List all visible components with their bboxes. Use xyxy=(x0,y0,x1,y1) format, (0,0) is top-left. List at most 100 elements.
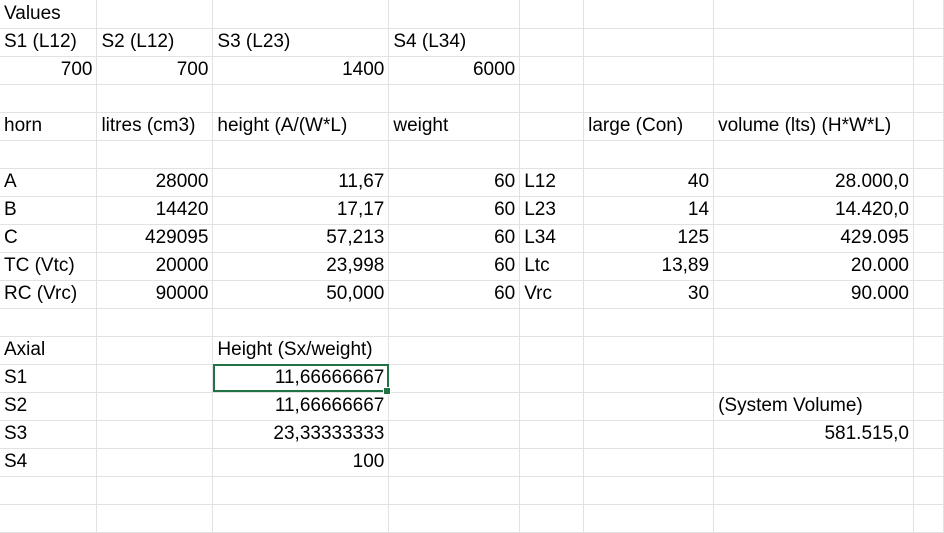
cell-h12[interactable] xyxy=(913,308,944,337)
cell-f13[interactable] xyxy=(583,336,715,365)
cell-h18[interactable] xyxy=(913,476,944,505)
cell-g18[interactable] xyxy=(713,476,914,505)
cell-d8[interactable]: 60 xyxy=(388,196,521,225)
cell-g17[interactable] xyxy=(713,448,914,477)
cell-a15[interactable]: S2 xyxy=(0,392,98,421)
cell-h16[interactable] xyxy=(913,420,944,449)
cell-b12[interactable] xyxy=(96,308,214,337)
cell-b18[interactable] xyxy=(96,476,214,505)
cell-c13[interactable]: Height (Sx/weight) xyxy=(212,336,390,365)
cell-h9[interactable] xyxy=(913,224,944,253)
cell-a13[interactable]: Axial xyxy=(0,336,98,365)
cell-e11[interactable]: Vrc xyxy=(519,280,585,309)
cell-b9[interactable]: 429095 xyxy=(96,224,214,253)
cell-f6[interactable] xyxy=(583,140,715,169)
cell-a1[interactable]: Values xyxy=(0,0,98,29)
cell-c10[interactable]: 23,998 xyxy=(212,252,390,281)
cell-d17[interactable] xyxy=(388,448,521,477)
cell-h14[interactable] xyxy=(913,364,944,393)
cell-b19[interactable] xyxy=(96,504,214,533)
cell-f9[interactable]: 125 xyxy=(583,224,715,253)
cell-c17[interactable]: 100 xyxy=(212,448,390,477)
cell-g7[interactable]: 28.000,0 xyxy=(713,168,914,197)
cell-g2[interactable] xyxy=(713,28,914,57)
cell-d13[interactable] xyxy=(388,336,521,365)
cell-d9[interactable]: 60 xyxy=(388,224,521,253)
cell-e10[interactable]: Ltc xyxy=(519,252,585,281)
cell-b16[interactable] xyxy=(96,420,214,449)
cell-a18[interactable] xyxy=(0,476,98,505)
cell-e18[interactable] xyxy=(519,476,585,505)
cell-e7[interactable]: L12 xyxy=(519,168,585,197)
cell-e8[interactable]: L23 xyxy=(519,196,585,225)
cell-c3[interactable]: 1400 xyxy=(212,56,390,85)
cell-h7[interactable] xyxy=(913,168,944,197)
cell-a7[interactable]: A xyxy=(0,168,98,197)
cell-g19[interactable] xyxy=(713,504,914,533)
cell-b17[interactable] xyxy=(96,448,214,477)
cell-f5[interactable]: large (Con) xyxy=(583,112,715,141)
cell-b11[interactable]: 90000 xyxy=(96,280,214,309)
cell-e9[interactable]: L34 xyxy=(519,224,585,253)
cell-d18[interactable] xyxy=(388,476,521,505)
cell-g1[interactable] xyxy=(713,0,914,29)
cell-d11[interactable]: 60 xyxy=(388,280,521,309)
cell-f3[interactable] xyxy=(583,56,715,85)
cell-d1[interactable] xyxy=(388,0,521,29)
cell-g14[interactable] xyxy=(713,364,914,393)
cell-f8[interactable]: 14 xyxy=(583,196,715,225)
cell-a3[interactable]: 700 xyxy=(0,56,98,85)
cell-h13[interactable] xyxy=(913,336,944,365)
cell-e3[interactable] xyxy=(519,56,585,85)
cell-g3[interactable] xyxy=(713,56,914,85)
cell-a11[interactable]: RC (Vrc) xyxy=(0,280,98,309)
cell-h8[interactable] xyxy=(913,196,944,225)
cell-b4[interactable] xyxy=(96,84,214,113)
cell-d3[interactable]: 6000 xyxy=(388,56,521,85)
cell-h11[interactable] xyxy=(913,280,944,309)
cell-e13[interactable] xyxy=(519,336,585,365)
cell-b15[interactable] xyxy=(96,392,214,421)
cell-b6[interactable] xyxy=(96,140,214,169)
cell-b7[interactable]: 28000 xyxy=(96,168,214,197)
cell-d12[interactable] xyxy=(388,308,521,337)
cell-f18[interactable] xyxy=(583,476,715,505)
cell-e1[interactable] xyxy=(519,0,585,29)
cell-f14[interactable] xyxy=(583,364,715,393)
cell-g15[interactable]: (System Volume) xyxy=(713,392,914,421)
cell-b8[interactable]: 14420 xyxy=(96,196,214,225)
cell-d14[interactable] xyxy=(388,364,521,393)
cell-a9[interactable]: C xyxy=(0,224,98,253)
cell-h3[interactable] xyxy=(913,56,944,85)
cell-a8[interactable]: B xyxy=(0,196,98,225)
cell-b13[interactable] xyxy=(96,336,214,365)
cell-a10[interactable]: TC (Vtc) xyxy=(0,252,98,281)
cell-c12[interactable] xyxy=(212,308,390,337)
cell-g5[interactable]: volume (lts) (H*W*L) xyxy=(713,112,914,141)
cell-a14[interactable]: S1 xyxy=(0,364,98,393)
cell-c4[interactable] xyxy=(212,84,390,113)
cell-d15[interactable] xyxy=(388,392,521,421)
cell-a16[interactable]: S3 xyxy=(0,420,98,449)
cell-e17[interactable] xyxy=(519,448,585,477)
cell-e2[interactable] xyxy=(519,28,585,57)
cell-c7[interactable]: 11,67 xyxy=(212,168,390,197)
cell-d4[interactable] xyxy=(388,84,521,113)
cell-f4[interactable] xyxy=(583,84,715,113)
cell-e12[interactable] xyxy=(519,308,585,337)
cell-a4[interactable] xyxy=(0,84,98,113)
cell-c15[interactable]: 11,66666667 xyxy=(212,392,390,421)
cell-a17[interactable]: S4 xyxy=(0,448,98,477)
cell-f15[interactable] xyxy=(583,392,715,421)
cell-e5[interactable] xyxy=(519,112,585,141)
cell-g12[interactable] xyxy=(713,308,914,337)
cell-e14[interactable] xyxy=(519,364,585,393)
cell-e4[interactable] xyxy=(519,84,585,113)
cell-c8[interactable]: 17,17 xyxy=(212,196,390,225)
cell-d19[interactable] xyxy=(388,504,521,533)
cell-b1[interactable] xyxy=(96,0,214,29)
cell-e15[interactable] xyxy=(519,392,585,421)
cell-f12[interactable] xyxy=(583,308,715,337)
cell-f17[interactable] xyxy=(583,448,715,477)
cell-f1[interactable] xyxy=(583,0,715,29)
